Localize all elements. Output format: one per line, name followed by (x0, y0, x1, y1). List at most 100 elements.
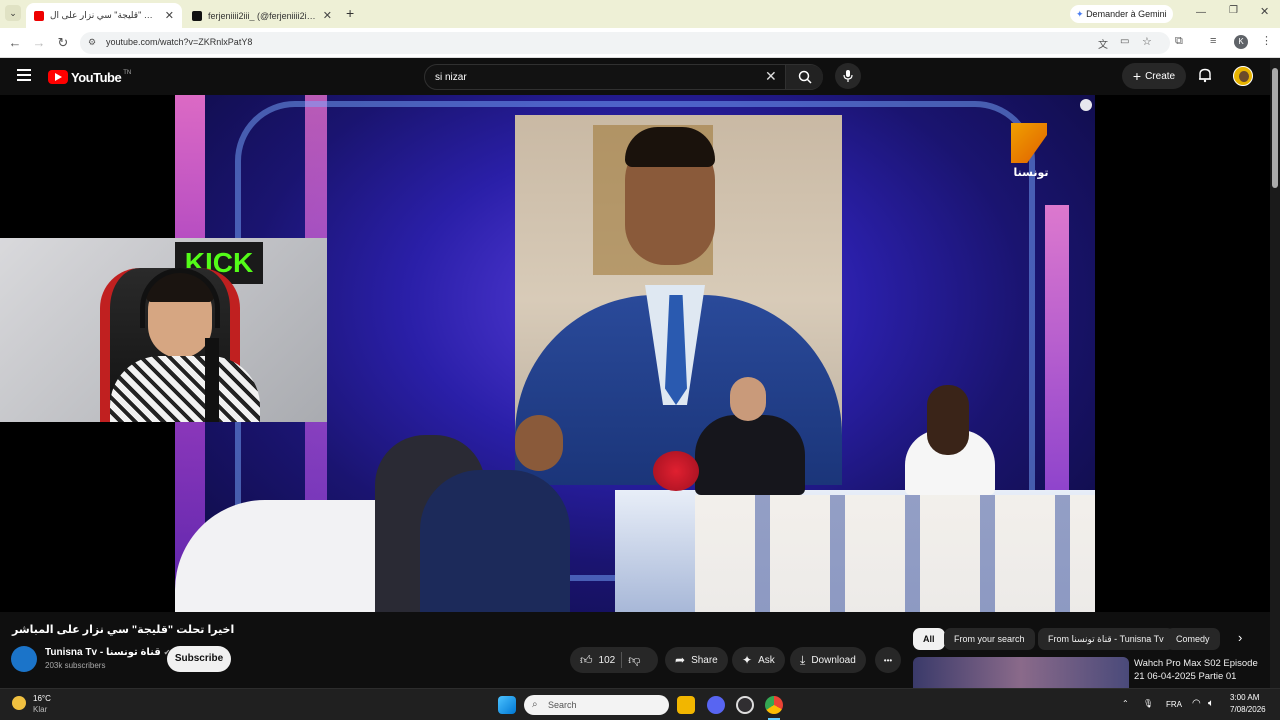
address-bar[interactable]: ⚙ youtube.com/watch?v=ZKRnlxPatY8 文 ▭ ☆ (80, 32, 1170, 54)
subscribe-button[interactable]: Subscribe (167, 646, 231, 672)
download-label: Download (811, 654, 856, 666)
youtube-play-logo-icon (48, 70, 68, 84)
tab-title: ferjeniiii2iii_ (@ferjeniiii2iii_offic (208, 10, 317, 21)
tab-title: اخيرا تحلت "قليجة" سي نزار على ال (50, 10, 159, 20)
gemini-sparkle-icon: ✦ (1076, 9, 1084, 19)
taskbar-search-box[interactable]: ⌕ Search (524, 695, 669, 715)
tray-chevron-icon[interactable]: ⌃ (1122, 699, 1129, 708)
channel-name-text: Tunisna Tv - قناة تونسنا (45, 647, 161, 658)
tiktok-favicon-icon (192, 10, 202, 21)
wifi-icon[interactable]: ◠ (1192, 698, 1201, 709)
forward-arrow-icon[interactable]: → (30, 34, 48, 52)
share-button[interactable]: ➦ Share (665, 647, 728, 673)
restore-window-button[interactable]: ❐ (1229, 5, 1238, 16)
host-person (695, 415, 805, 495)
browser-toolbar: ← → ↻ ⚙ youtube.com/watch?v=ZKRnlxPatY8 … (0, 28, 1280, 58)
file-explorer-icon[interactable] (677, 696, 695, 714)
chrome-icon[interactable] (765, 696, 783, 714)
cohost-hair (927, 385, 969, 455)
guest-head-2 (515, 415, 563, 471)
site-info-icon[interactable]: ⚙ (88, 37, 96, 48)
clock-date[interactable]: 7/08/2026 (1230, 705, 1266, 714)
windows-taskbar: 16°C Klar ⌕ Search ⌃ 🎙︎ FRA ◠ 🔈︎ 3:00 AM… (0, 688, 1280, 720)
volume-icon[interactable]: 🔈︎ (1208, 698, 1214, 709)
microphone-arm (205, 338, 219, 422)
gemini-button[interactable]: ✦ Demander à Gemini (1070, 5, 1173, 23)
like-icon[interactable]: 👍︎ (580, 653, 593, 668)
channel-watermark-text: تونسنا (1013, 167, 1049, 179)
page-scrollbar[interactable] (1270, 58, 1280, 688)
like-count[interactable]: 102 (599, 655, 616, 666)
stage-light-right (1045, 205, 1069, 505)
hamburger-menu-icon[interactable] (17, 69, 31, 81)
subscriber-count: 203k subscribers (45, 661, 106, 670)
flower-bouquet (653, 451, 699, 491)
search-icon (798, 70, 812, 84)
chip-from-channel[interactable]: From قناة تونسنا - Tunisna Tv (1038, 628, 1174, 650)
notifications-bell-icon[interactable] (1197, 67, 1213, 83)
reload-icon[interactable]: ↻ (54, 34, 72, 52)
windows-start-icon[interactable] (498, 696, 516, 714)
more-actions-button[interactable]: ••• (875, 647, 901, 673)
streamer-shirt (110, 356, 260, 422)
share-label: Share (691, 654, 718, 666)
channel-name[interactable]: Tunisna Tv - قناة تونسنا ✔ (45, 647, 170, 658)
tab-tiktok[interactable]: ferjeniiii2iii_ (@ferjeniiii2iii_offic ✕ (184, 3, 340, 28)
reading-list-icon[interactable]: ≡ (1210, 35, 1216, 47)
recommendation-thumbnail[interactable] (913, 657, 1129, 688)
discord-icon[interactable] (707, 696, 725, 714)
search-button[interactable] (785, 65, 823, 89)
microphone-icon (843, 70, 853, 82)
streamer-webcam-overlay: KICK (0, 238, 327, 422)
video-info-section: اخيرا تحلت "قليجة" سي نزار على المباشر T… (0, 612, 1270, 688)
profile-avatar[interactable]: K (1234, 35, 1248, 49)
channel-logo-watermark: تونسنا (1011, 123, 1051, 183)
translate-icon[interactable]: 文 (1098, 36, 1108, 51)
channel-logo-icon (1011, 123, 1047, 163)
minimize-window-button[interactable]: — (1196, 7, 1206, 18)
new-tab-button[interactable]: + (346, 5, 354, 21)
clear-search-icon[interactable]: ✕ (765, 68, 777, 85)
tray-mic-icon[interactable]: 🎙︎ (1143, 699, 1153, 708)
chip-all[interactable]: All (913, 628, 945, 650)
close-tab-icon[interactable]: ✕ (323, 9, 332, 22)
cast-icon[interactable]: ▭ (1120, 36, 1129, 47)
account-avatar[interactable] (1233, 66, 1253, 86)
weather-temp: 16°C (33, 694, 51, 703)
close-window-button[interactable]: ✕ (1260, 5, 1269, 18)
chip-comedy[interactable]: Comedy (1166, 628, 1220, 650)
search-box[interactable]: si nizar ✕ (424, 64, 823, 90)
youtube-logo[interactable]: YouTube TN (48, 69, 131, 85)
chip-from-your-search[interactable]: From your search (944, 628, 1035, 650)
share-arrow-icon: ➦ (675, 653, 686, 667)
extensions-icon[interactable]: ⧉ (1175, 35, 1183, 48)
browser-menu-icon[interactable]: ⋮ (1261, 34, 1272, 47)
search-input[interactable]: si nizar (435, 72, 467, 83)
moon-icon (12, 696, 26, 710)
video-player[interactable]: تونسنا KICK (0, 95, 1270, 612)
video-corner-icon (1080, 99, 1092, 111)
chips-next-arrow-icon[interactable]: › (1238, 630, 1242, 645)
portrait-hair (625, 127, 715, 167)
back-arrow-icon[interactable]: ← (6, 34, 24, 52)
scrollbar-thumb[interactable] (1272, 68, 1278, 188)
download-button[interactable]: ⤓ Download (790, 647, 866, 673)
tab-youtube-video[interactable]: اخيرا تحلت "قليجة" سي نزار على ال ✕ (26, 3, 182, 28)
voice-search-button[interactable] (835, 63, 861, 89)
ask-button[interactable]: ✦ Ask (732, 647, 785, 673)
youtube-wordmark: YouTube (71, 69, 122, 85)
recommendation-title[interactable]: Wahch Pro Max S02 Episode 21 06-04-2025 … (1134, 657, 1264, 683)
close-tab-icon[interactable]: ✕ (165, 9, 174, 22)
bookmark-star-icon[interactable]: ☆ (1142, 35, 1152, 48)
clock-time[interactable]: 3:00 AM (1230, 693, 1259, 702)
taskbar-search-icon: ⌕ (532, 699, 538, 710)
input-language[interactable]: FRA (1166, 700, 1182, 709)
dislike-icon[interactable]: 👎︎ (628, 653, 640, 668)
obs-icon[interactable] (736, 696, 754, 714)
desk-columns (695, 495, 1095, 612)
tab-search-dropdown[interactable]: ⌄ (5, 5, 21, 21)
channel-avatar[interactable] (11, 646, 37, 672)
download-icon: ⤓ (800, 652, 806, 667)
create-button[interactable]: + Create (1122, 63, 1186, 89)
url-text: youtube.com/watch?v=ZKRnlxPatY8 (106, 37, 253, 47)
